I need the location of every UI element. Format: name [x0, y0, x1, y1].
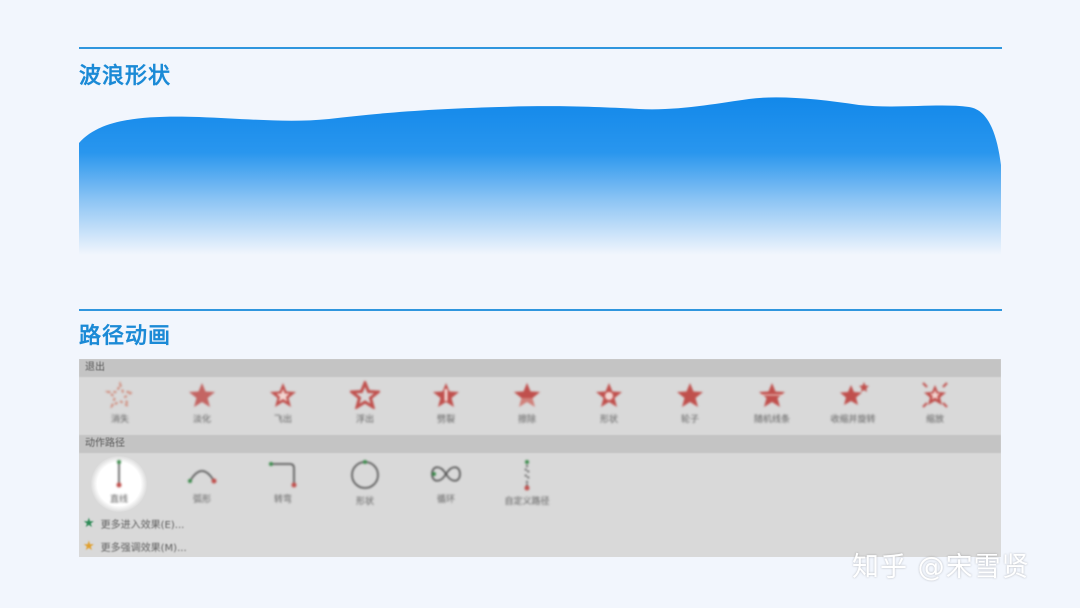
gold-star-icon: ★	[83, 539, 95, 554]
star-fly-out-icon	[270, 383, 296, 407]
effect-label: 形状	[355, 497, 374, 507]
circle-path-icon	[351, 460, 379, 489]
star-split-icon	[433, 383, 459, 407]
arc-path-icon	[188, 470, 217, 484]
exit-effects-row: 消失 淡化 飞出 浮出 劈裂 擦除 形状 轮子 随机线条 收缩并旋转 缩放	[79, 381, 1001, 431]
motion-path-group-header: 动作路径	[79, 435, 1001, 453]
effect-label: 形状	[599, 415, 618, 425]
exit-effect-float-out[interactable]: 浮出	[327, 381, 403, 425]
burst-outline-icon	[105, 381, 135, 409]
effect-label: 自定义路径	[504, 497, 550, 507]
top-divider	[79, 47, 1002, 49]
star-random-bars-icon	[759, 383, 785, 407]
exit-effect-zoom[interactable]: 缩放	[897, 381, 973, 425]
effect-label: 缩放	[925, 415, 944, 425]
effect-label: 直线	[109, 495, 128, 505]
green-star-icon: ★	[83, 516, 95, 531]
effect-label: 收缩并旋转	[830, 415, 876, 425]
more-emphasis-effects[interactable]: ★ 更多强调效果(M)...	[83, 539, 187, 554]
effect-label: 弧形	[192, 495, 211, 505]
effect-label: 淡化	[192, 415, 211, 425]
motion-path-loop[interactable]: 循环	[408, 459, 484, 505]
custom-path-icon	[524, 460, 530, 491]
loop-path-icon	[431, 466, 461, 482]
motion-path-arc[interactable]: 弧形	[164, 459, 240, 505]
wave-shape	[79, 97, 1001, 255]
star-wipe-icon	[514, 383, 540, 407]
more-entrance-effects[interactable]: ★ 更多进入效果(E)...	[83, 516, 184, 531]
motion-path-turn[interactable]: 转弯	[245, 459, 321, 505]
motion-path-line[interactable]: 直线	[81, 459, 157, 505]
star-outline-icon	[350, 381, 380, 409]
star-wheel-icon	[677, 383, 703, 407]
star-zoom-icon	[922, 382, 948, 408]
more-entrance-label: 更多进入效果(E)...	[100, 520, 185, 531]
effect-label: 循环	[436, 495, 455, 505]
motion-paths-row: 直线 弧形 转弯 形状 循环 自定义路径	[79, 459, 1001, 511]
exit-effect-shrink-spin[interactable]: 收缩并旋转	[815, 381, 891, 425]
effect-label: 劈裂	[436, 415, 455, 425]
animation-effects-panel: 退出 消失 淡化 飞出 浮出 劈裂 擦除 形状 轮子 随机线条 收缩并旋转 缩放…	[79, 359, 1001, 557]
exit-effect-wipe[interactable]: 擦除	[489, 381, 565, 425]
effect-label: 随机线条	[753, 415, 790, 425]
exit-group-header: 退出	[79, 359, 1001, 377]
exit-effect-random-bars[interactable]: 随机线条	[734, 381, 810, 425]
more-emphasis-label: 更多强调效果(M)...	[100, 543, 187, 554]
star-spin-icon	[840, 382, 869, 405]
watermark: 知乎 @宋雪贤	[852, 552, 1030, 583]
turn-path-icon	[269, 462, 297, 488]
effect-label: 转弯	[273, 495, 292, 505]
effect-label: 飞出	[273, 415, 292, 425]
star-shape-icon	[596, 383, 622, 407]
middle-divider	[79, 309, 1002, 311]
star-faded-icon	[189, 383, 215, 407]
exit-effect-fade[interactable]: 淡化	[164, 381, 240, 425]
exit-effect-split[interactable]: 劈裂	[408, 381, 484, 425]
exit-effect-fly-out[interactable]: 飞出	[245, 381, 321, 425]
section-title-path-animation: 路径动画	[79, 324, 172, 349]
motion-path-shape[interactable]: 形状	[327, 459, 403, 507]
effect-label: 擦除	[517, 415, 536, 425]
line-path-icon	[116, 460, 122, 488]
motion-path-custom[interactable]: 自定义路径	[489, 459, 565, 507]
effect-label: 消失	[110, 415, 129, 425]
exit-effect-wheel[interactable]: 轮子	[652, 381, 728, 425]
effect-label: 浮出	[355, 415, 374, 425]
exit-effect-shape[interactable]: 形状	[571, 381, 647, 425]
effect-label: 轮子	[680, 415, 699, 425]
exit-effect-disappear[interactable]: 消失	[82, 381, 158, 425]
section-title-wave: 波浪形状	[79, 64, 172, 89]
